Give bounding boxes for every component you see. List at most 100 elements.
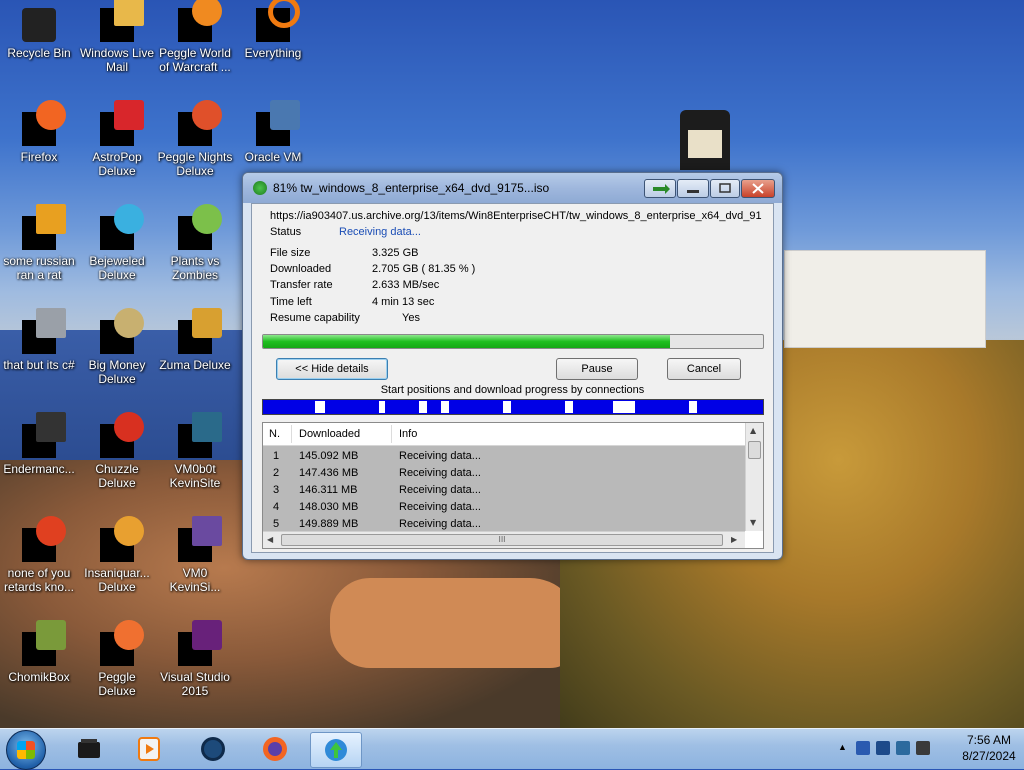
desktop-icon-label: Firefox [20, 150, 58, 164]
bejeweled-deluxe-icon [100, 204, 144, 250]
time-left-value: 4 min 13 sec [372, 296, 435, 308]
media-player-icon [138, 737, 160, 761]
monitor-icon[interactable] [896, 741, 910, 755]
start-button[interactable] [6, 730, 46, 770]
table-row[interactable]: 1 145.092 MB Receiving data... [263, 448, 745, 465]
dialog-title: 81% tw_windows_8_enterprise_x64_dvd_9175… [273, 181, 550, 195]
desktop-icon-label: ChomikBox [8, 670, 70, 684]
zuma-deluxe-icon [178, 308, 222, 354]
desktop-icon-oracle-vm[interactable]: Oracle VM [234, 100, 312, 164]
file-size-label: File size [270, 247, 311, 259]
desktop-icon-peggle-deluxe[interactable]: Peggle Deluxe [78, 620, 156, 698]
connections-list-body: 1 145.092 MB Receiving data... 2 147.436… [263, 446, 745, 532]
horizontal-scrollbar[interactable]: ◀ III ▶ [263, 531, 745, 548]
desktop-icon-vm0b0t-kevinsite[interactable]: VM0b0t KevinSite [156, 412, 234, 490]
maximize-button[interactable] [710, 179, 740, 198]
taskbar-clock[interactable]: 7:56 AM 8/27/2024 [954, 732, 1024, 764]
desktop-icon-label: Bejeweled Deluxe [89, 254, 145, 282]
desktop-icon-zuma-deluxe[interactable]: Zuma Deluxe [156, 308, 234, 372]
connections-list: N. Downloaded Info 1 145.092 MB Receivin… [262, 422, 764, 549]
desktop-icon-label: Plants vs Zombies [170, 254, 220, 282]
desktop-icon-chuzzle-deluxe[interactable]: Chuzzle Deluxe [78, 412, 156, 490]
connection-gap [441, 401, 449, 413]
downloaded-value: 2.705 GB ( 81.35 % ) [372, 263, 476, 275]
desktop-icon-chomikbox[interactable]: ChomikBox [0, 620, 78, 684]
cell-downloaded: 148.030 MB [299, 501, 359, 513]
table-row[interactable]: 4 148.030 MB Receiving data... [263, 499, 745, 516]
close-button[interactable] [741, 179, 775, 198]
recycle-bin-icon [22, 8, 56, 42]
action-center-icon[interactable] [876, 741, 890, 755]
vertical-scrollbar[interactable]: ▲ ▼ [745, 423, 763, 531]
close-icon [752, 183, 764, 194]
column-header-downloaded[interactable]: Downloaded [299, 428, 360, 440]
desktop-icon-insaniquarium-deluxe[interactable]: Insaniquar... Deluxe [78, 516, 156, 594]
scroll-left-icon[interactable]: ◀ [267, 535, 273, 544]
desktop-icon-plants-vs-zombies[interactable]: Plants vs Zombies [156, 204, 234, 282]
desktop-icon-label: Windows Live Mail [79, 46, 155, 74]
table-row[interactable]: 2 147.436 MB Receiving data... [263, 465, 745, 482]
cell-info: Receiving data... [399, 467, 481, 479]
table-row[interactable]: 3 146.311 MB Receiving data... [263, 482, 745, 499]
scroll-right-icon[interactable]: ▶ [731, 535, 737, 544]
taskbar-item-firefox[interactable] [250, 732, 300, 766]
volume-icon[interactable] [916, 741, 930, 755]
connection-gap [689, 401, 697, 413]
desktop-icon-peggle-nights-deluxe[interactable]: Peggle Nights Deluxe [156, 100, 234, 178]
black-box-icon [78, 739, 100, 758]
column-separator[interactable] [391, 425, 392, 443]
desktop-icon-label: Visual Studio 2015 [160, 670, 230, 698]
network-adapter-icon[interactable] [856, 741, 870, 755]
desktop-icon-everything[interactable]: Everything [234, 0, 312, 60]
dialog-client-area: https://ia903407.us.archive.org/13/items… [251, 203, 774, 553]
column-header-n[interactable]: N. [269, 428, 280, 440]
visual-studio-2015-icon [178, 620, 222, 666]
taskbar-item-globe-browser[interactable] [188, 732, 238, 766]
column-header-info[interactable]: Info [399, 428, 417, 440]
table-row[interactable]: 5 149.889 MB Receiving data... [263, 516, 745, 532]
taskbar: ▲ 7:56 AM 8/27/2024 [0, 728, 1024, 770]
desktop-icon-bejeweled-deluxe[interactable]: Bejeweled Deluxe [78, 204, 156, 282]
taskbar-item-internet-download-manager[interactable] [310, 732, 362, 768]
that-but-its-csharp-icon [22, 308, 66, 354]
desktop-icon-astropop-deluxe[interactable]: AstroPop Deluxe [78, 100, 156, 178]
desktop-icon-label: Recycle Bin [7, 46, 71, 60]
desktop-icon-none-of-you-retards[interactable]: none of you retards kno... [0, 516, 78, 594]
desktop-icon-firefox[interactable]: Firefox [0, 100, 78, 164]
vertical-scroll-thumb[interactable] [748, 441, 761, 459]
minimize-to-tray-button[interactable] [644, 179, 676, 198]
cancel-button[interactable]: Cancel [667, 358, 741, 380]
cell-n: 3 [273, 484, 280, 496]
downloaded-label: Downloaded [270, 263, 332, 275]
hide-details-button[interactable]: << Hide details [276, 358, 388, 380]
pause-button[interactable]: Pause [556, 358, 638, 380]
wallpaper-lighthouse-light [688, 130, 722, 158]
desktop-icon-some-russian-ran-a-rat[interactable]: some russian ran a rat [0, 204, 78, 282]
scroll-down-icon[interactable]: ▼ [750, 518, 756, 527]
column-separator[interactable] [291, 425, 292, 443]
cell-info: Receiving data... [399, 450, 481, 462]
desktop-icon-label: Peggle Deluxe [98, 670, 136, 698]
desktop-icon-vm0-kevinsi[interactable]: VM0 KevinSi... [156, 516, 234, 594]
taskbar-item-file-manager[interactable] [64, 732, 114, 766]
desktop-icon-recycle-bin[interactable]: Recycle Bin [0, 8, 78, 60]
minimize-button[interactable] [677, 179, 709, 198]
horizontal-scroll-thumb[interactable]: III [281, 534, 723, 546]
resume-value: Yes [402, 312, 420, 324]
dialog-titlebar[interactable]: 81% tw_windows_8_enterprise_x64_dvd_9175… [243, 173, 782, 203]
desktop-icon-label: none of you retards kno... [3, 566, 75, 594]
taskbar-item-media-player[interactable] [124, 732, 174, 766]
show-hidden-icons-icon[interactable]: ▲ [838, 742, 847, 752]
cell-info: Receiving data... [399, 518, 481, 530]
desktop-icon-windows-live-mail[interactable]: Windows Live Mail [78, 0, 156, 74]
minimize-icon [687, 190, 699, 193]
desktop-icon-peggle-world-of-warcraft[interactable]: Peggle World of Warcraft ... [156, 0, 234, 74]
desktop-icon-visual-studio-2015[interactable]: Visual Studio 2015 [156, 620, 234, 698]
desktop-icon-big-money-deluxe[interactable]: Big Money Deluxe [78, 308, 156, 386]
plants-vs-zombies-icon [178, 204, 222, 250]
desktop-icon-label: Everything [244, 46, 302, 60]
scroll-up-icon[interactable]: ▲ [750, 426, 756, 435]
desktop-icon-that-but-its-csharp[interactable]: that but its c# [0, 308, 78, 372]
oracle-vm-icon [256, 100, 300, 146]
desktop-icon-endermanc[interactable]: Endermanc... [0, 412, 78, 476]
